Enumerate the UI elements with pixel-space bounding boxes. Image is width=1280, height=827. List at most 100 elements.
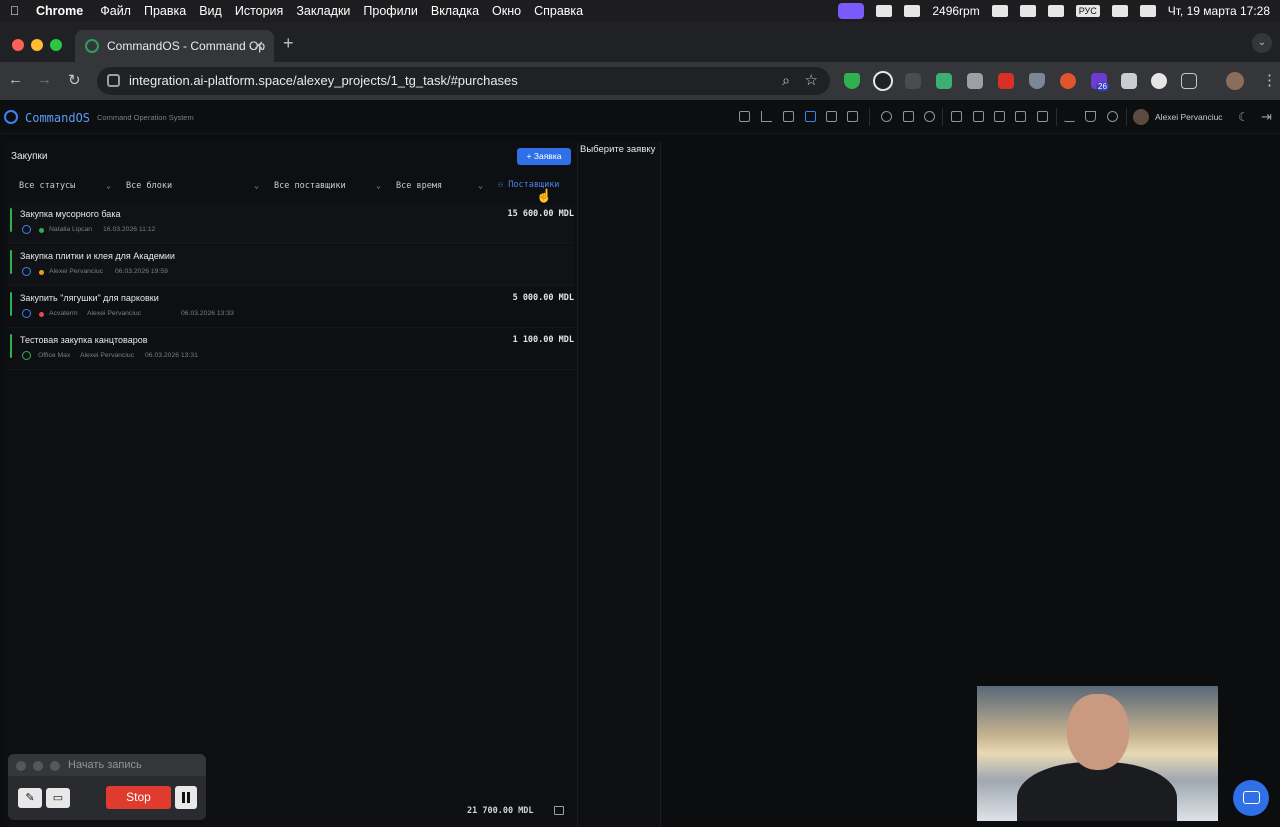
database-extension-icon[interactable] — [967, 73, 983, 89]
layers-tray-icon[interactable] — [1047, 5, 1064, 17]
burst-extension-icon[interactable] — [1060, 73, 1076, 89]
fan-rpm-readout[interactable]: 2496rpm — [932, 4, 979, 18]
check-circle-icon — [22, 351, 31, 360]
shield-gray-extension-icon[interactable] — [1029, 73, 1045, 89]
menu-bookmarks[interactable]: Закладки — [296, 4, 350, 18]
menu-edit[interactable]: Правка — [144, 4, 186, 18]
forward-arrow-icon[interactable]: → — [37, 71, 52, 88]
menu-profiles[interactable]: Профили — [363, 4, 417, 18]
logout-icon[interactable]: ⇥ — [1261, 109, 1272, 125]
team-nav-icon[interactable] — [924, 111, 935, 122]
menu-clock[interactable]: Чт, 19 марта 17:28 — [1168, 4, 1270, 18]
menu-tab[interactable]: Вкладка — [431, 4, 479, 18]
purchase-row[interactable]: Закупка плитки и клея для Академии Alexe… — [8, 246, 574, 286]
url-text[interactable]: integration.ai-platform.space/alexey_pro… — [129, 73, 518, 88]
cart-nav-icon[interactable] — [805, 111, 816, 122]
image-nav-icon[interactable] — [1037, 111, 1048, 122]
recorder-minimize-button[interactable] — [33, 761, 43, 771]
feather-tray-icon[interactable] — [904, 5, 921, 17]
menu-view[interactable]: Вид — [199, 4, 222, 18]
pause-button[interactable] — [175, 786, 197, 809]
route-nav-icon[interactable] — [761, 111, 772, 122]
commandos-logo-icon[interactable] — [4, 110, 18, 124]
document-nav-icon[interactable] — [783, 111, 794, 122]
bookmark-star-icon[interactable]: ☆ — [805, 71, 818, 89]
zoom-icon[interactable]: ⌕ — [782, 72, 790, 89]
menu-window[interactable]: Окно — [492, 4, 521, 18]
users-icon: ⚇ — [498, 180, 509, 190]
flask-nav-icon[interactable] — [1085, 111, 1096, 122]
address-bar[interactable]: integration.ai-platform.space/alexey_pro… — [97, 67, 830, 95]
menu-help[interactable]: Справка — [534, 4, 583, 18]
print-icon[interactable] — [554, 806, 564, 815]
archive-nav-icon[interactable] — [1015, 111, 1026, 122]
browser-toolbar: ← → ↻ integration.ai-platform.space/alex… — [0, 62, 1280, 100]
user-name[interactable]: Alexei Pervanciuc — [1155, 112, 1223, 122]
macos-menu-bar:  Chrome Файл Правка Вид История Закладк… — [0, 0, 1280, 22]
menu-history[interactable]: История — [235, 4, 283, 18]
status-filter-select[interactable]: Все статусы ⌄ — [19, 178, 111, 194]
control-center-icon[interactable] — [1139, 5, 1156, 17]
chat-support-button[interactable] — [1233, 780, 1269, 816]
browser-tab[interactable]: CommandOS - Command Op ✕ — [75, 30, 274, 62]
open-book-nav-icon[interactable] — [994, 111, 1005, 122]
header-divider — [1056, 108, 1057, 126]
pen-tool-icon[interactable]: ✎ — [18, 788, 42, 808]
bot-nav-icon[interactable] — [903, 111, 914, 122]
screen-select-icon[interactable]: ▭ — [46, 788, 70, 808]
mouse-cursor-icon: ☝ — [536, 188, 553, 203]
menu-app-name[interactable]: Chrome — [36, 4, 83, 18]
purchase-row[interactable]: Закупить "лягушки" для парковки 5 000.00… — [8, 288, 574, 328]
pie-extension-icon[interactable] — [1151, 73, 1167, 89]
hierarchy-nav-icon[interactable] — [951, 111, 962, 122]
s-extension-icon[interactable] — [998, 73, 1014, 89]
book-nav-icon[interactable] — [973, 111, 984, 122]
file-text-nav-icon[interactable] — [847, 111, 858, 122]
presenter-head — [1067, 694, 1129, 770]
brand-name[interactable]: CommandOS — [25, 111, 90, 125]
printer-extension-icon[interactable] — [1121, 73, 1137, 89]
screen-recorder-tray-icon[interactable] — [838, 3, 865, 19]
calendar-nav-icon[interactable] — [826, 111, 837, 122]
gear-nav-icon[interactable] — [1107, 111, 1118, 122]
recorder-zoom-button[interactable] — [50, 761, 60, 771]
recycle-extension-icon[interactable] — [905, 73, 921, 89]
purchase-row[interactable]: Закупка мусорного бака 15 600.00 MDL Nat… — [8, 204, 574, 244]
window-minimize-button[interactable] — [31, 39, 43, 51]
purchase-row[interactable]: Тестовая закупка канцтоваров 1 100.00 MD… — [8, 330, 574, 370]
grammar-extension-icon[interactable] — [936, 73, 952, 89]
user-avatar[interactable] — [1133, 109, 1149, 125]
apple-menu-icon[interactable]:  — [10, 4, 24, 18]
add-request-button[interactable]: + Заявка — [517, 148, 571, 165]
activity-nav-icon[interactable] — [1064, 111, 1075, 122]
priority-dot — [39, 270, 44, 275]
back-arrow-icon[interactable]: ← — [8, 71, 23, 88]
puzzle-extensions-icon[interactable] — [1181, 73, 1197, 89]
moon-icon[interactable]: ☾ — [1238, 110, 1249, 124]
menu-file[interactable]: Файл — [100, 4, 131, 18]
window-close-button[interactable] — [12, 39, 24, 51]
kebab-menu-icon[interactable]: ⋮ — [1262, 71, 1277, 89]
reload-icon[interactable]: ↻ — [68, 71, 81, 89]
profile-avatar[interactable] — [1226, 72, 1244, 90]
grid-nav-icon[interactable] — [739, 111, 750, 122]
window-zoom-button[interactable] — [50, 39, 62, 51]
shield-extension-icon[interactable] — [844, 73, 860, 89]
blocks-filter-select[interactable]: Все блоки ⌄ — [126, 178, 259, 194]
users-nav-icon[interactable] — [881, 111, 892, 122]
chevron-down-icon: ⌄ — [376, 181, 381, 190]
display-tray-icon[interactable] — [1019, 5, 1036, 17]
time-filter-select[interactable]: Все время ⌄ — [396, 178, 483, 194]
recorder-close-button[interactable] — [16, 761, 26, 771]
battery-icon[interactable] — [1111, 5, 1128, 17]
cube-tray-icon[interactable] — [876, 5, 893, 17]
tab-search-chevron-icon[interactable]: ⌄ — [1252, 33, 1272, 53]
extension-dots-icon[interactable] — [873, 71, 893, 91]
keyboard-layout[interactable]: РУС — [1075, 5, 1100, 17]
lightning-tray-icon[interactable] — [991, 5, 1008, 17]
site-settings-icon[interactable] — [107, 74, 120, 87]
suppliers-filter-select[interactable]: Все поставщики ⌄ — [274, 178, 381, 194]
tab-close-icon[interactable]: ✕ — [253, 38, 264, 54]
stop-recording-button[interactable]: Stop — [106, 786, 171, 809]
new-tab-icon[interactable]: + — [283, 33, 294, 54]
